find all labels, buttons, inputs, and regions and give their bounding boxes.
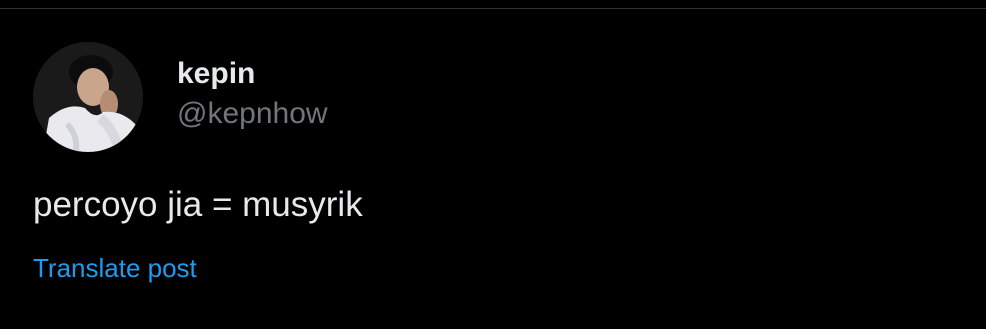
avatar[interactable] [33,42,143,152]
post-text: percoyo jia = musyrik [33,185,363,224]
display-name[interactable]: kepin [177,56,255,92]
avatar-image [33,42,143,152]
translate-post-link[interactable]: Translate post [33,252,197,284]
post: kepin @kepnhow percoyo jia = musyrik Tra… [0,9,986,329]
user-handle[interactable]: @kepnhow [177,96,328,132]
